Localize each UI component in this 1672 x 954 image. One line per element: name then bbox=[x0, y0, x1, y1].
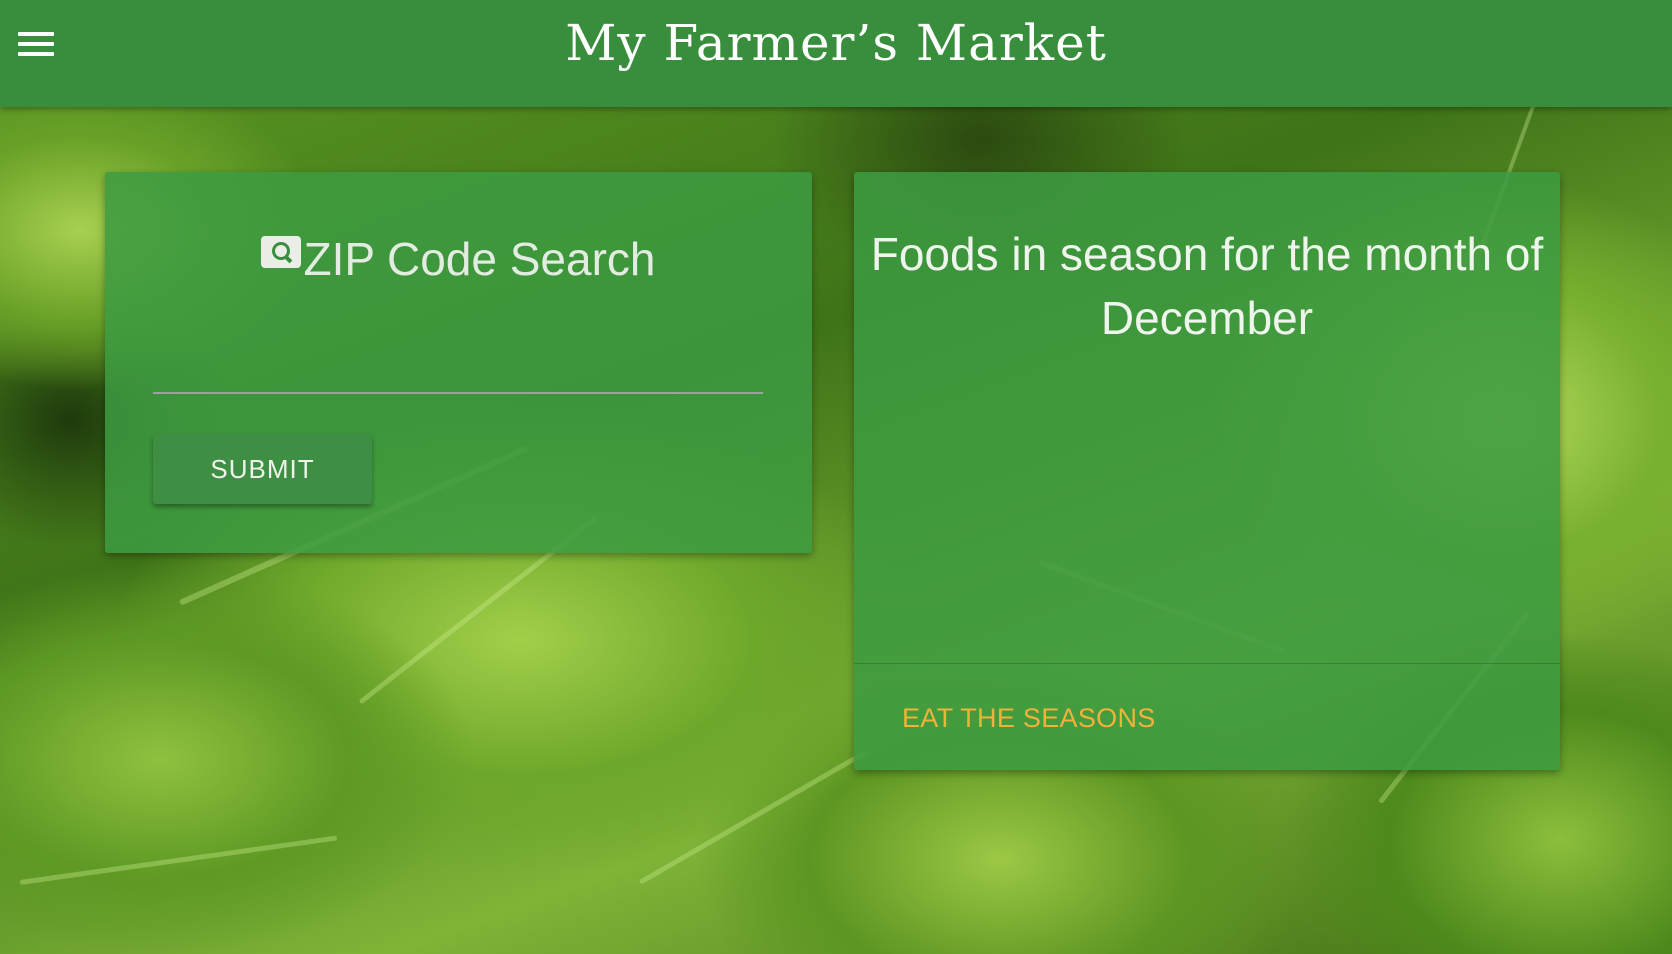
card-divider bbox=[854, 663, 1560, 664]
zip-search-label: ZIP Code Search bbox=[303, 233, 656, 285]
app-header: My Farmer’s Market bbox=[0, 0, 1672, 107]
zip-code-input[interactable] bbox=[153, 352, 763, 394]
search-icon bbox=[261, 236, 302, 268]
site-title: My Farmer’s Market bbox=[565, 14, 1107, 72]
eat-the-seasons-link[interactable]: EAT THE SEASONS bbox=[902, 700, 1156, 736]
zip-search-heading: ZIP Code Search bbox=[105, 230, 812, 288]
submit-button[interactable]: SUBMIT bbox=[153, 434, 372, 504]
seasonal-foods-title: Foods in season for the month of Decembe… bbox=[870, 228, 1544, 344]
